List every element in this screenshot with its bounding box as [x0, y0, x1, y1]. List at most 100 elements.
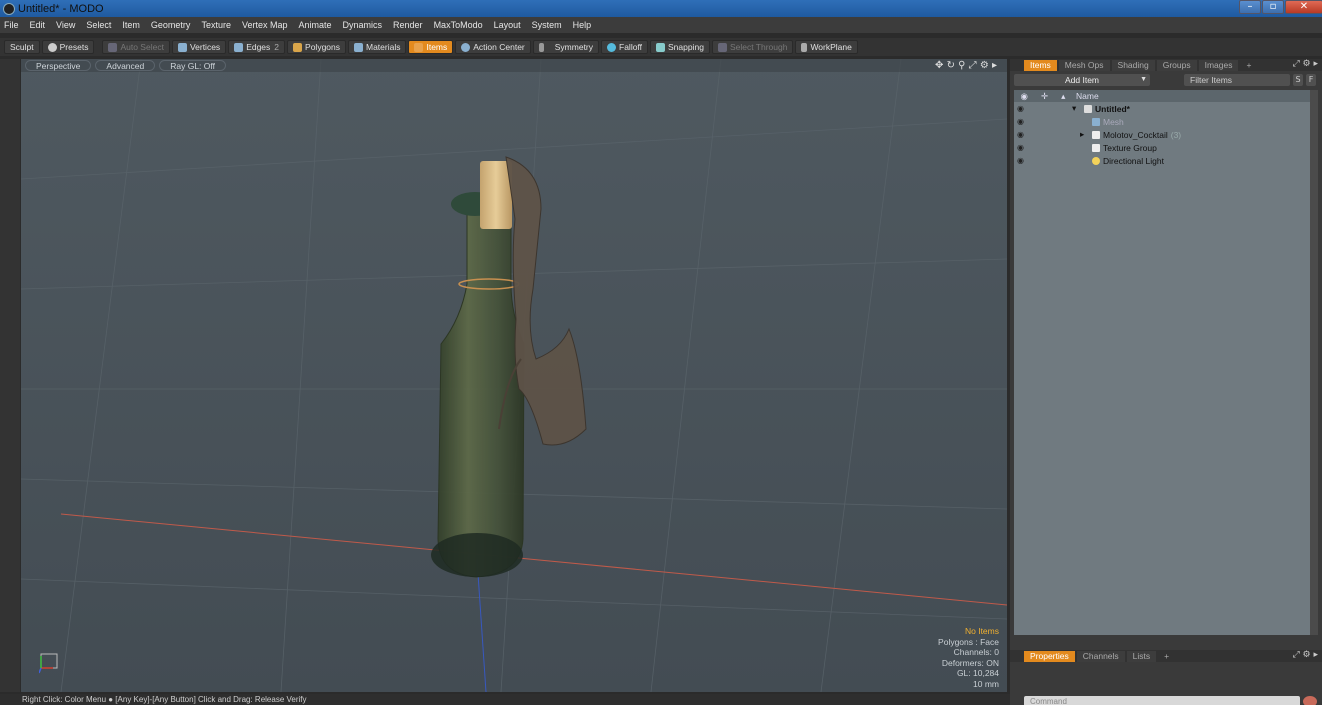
polygons-button[interactable]: Polygons [287, 40, 346, 54]
eye-icon[interactable]: ◉ [1014, 143, 1072, 152]
item-tree-scrollbar[interactable] [1310, 90, 1318, 635]
mesh-icon [1092, 117, 1100, 126]
command-input[interactable]: Command [1024, 696, 1300, 705]
items-icon [414, 42, 424, 52]
edges-button[interactable]: Edges 2 [228, 40, 286, 54]
ray-gl-tab[interactable]: Ray GL: Off [159, 60, 226, 71]
filter-items-input[interactable]: Filter Items [1184, 74, 1290, 86]
menu-select[interactable]: Select [86, 20, 111, 30]
viewport-scene [21, 59, 1007, 692]
modo-app-icon [3, 2, 15, 15]
presets-button[interactable]: Presets [41, 40, 95, 54]
falloff-label: Falloff [619, 42, 643, 52]
render-icon: ▴ [1061, 90, 1066, 101]
menu-texture[interactable]: Texture [201, 20, 231, 30]
tree-item-label: Directional Light [1103, 155, 1164, 166]
eye-icon: ◉ [1020, 90, 1028, 101]
materials-icon [354, 42, 363, 52]
chevron-down-icon[interactable]: ▾ [1072, 103, 1084, 114]
viewport-nav-icons[interactable]: ✥ ↻ ⚲ ⤢ ⚙ ▸ [935, 60, 997, 71]
menu-help[interactable]: Help [573, 20, 592, 30]
select-through-button[interactable]: Select Through [711, 40, 794, 54]
falloff-button[interactable]: Falloff [601, 40, 649, 54]
eye-icon[interactable]: ◉ [1014, 156, 1072, 165]
menu-animate[interactable]: Animate [298, 20, 331, 30]
edges-icon [234, 42, 244, 52]
maximize-button[interactable]: ▫ [1262, 0, 1284, 14]
menu-bar: File Edit View Select Item Geometry Text… [0, 17, 1322, 33]
tree-item-molotov[interactable]: ◉ ▸ Molotov_Cocktail (3) [1014, 128, 1310, 141]
tab-lists[interactable]: Lists [1126, 650, 1157, 662]
tab-items[interactable]: Items [1024, 59, 1057, 71]
items-button[interactable]: Items [408, 40, 454, 54]
select-through-icon [717, 42, 727, 52]
texture-group-icon [1092, 143, 1100, 152]
eye-icon[interactable]: ◉ [1014, 117, 1072, 126]
tab-add-properties[interactable]: + [1158, 651, 1175, 662]
snapping-button[interactable]: Snapping [650, 40, 710, 54]
presets-icon [47, 42, 57, 52]
items-panel: Items Mesh Ops Shading Groups Images + ⤢… [1010, 59, 1322, 705]
snapping-label: Snapping [668, 42, 704, 52]
presets-label: Presets [59, 42, 89, 52]
chevron-right-icon[interactable]: ▸ [1072, 129, 1084, 140]
command-run-icon[interactable] [1303, 696, 1317, 705]
menu-system[interactable]: System [532, 20, 562, 30]
menu-layout[interactable]: Layout [494, 20, 521, 30]
symmetry-button[interactable]: Symmetry [532, 40, 600, 54]
3d-viewport[interactable]: Perspective Advanced Ray GL: Off ✥ ↻ ⚲ ⤢… [21, 59, 1007, 692]
tree-item-directional-light[interactable]: ◉ Directional Light [1014, 154, 1310, 167]
tab-properties[interactable]: Properties [1024, 650, 1075, 662]
tree-item-texture-group[interactable]: ◉ Texture Group [1014, 141, 1310, 154]
action-center-button[interactable]: Action Center [455, 40, 531, 54]
tree-item-label: Mesh [1103, 116, 1124, 127]
workplane-button[interactable]: WorkPlane [795, 40, 858, 54]
menu-vertex-map[interactable]: Vertex Map [242, 20, 288, 30]
title-bar: Untitled* - MODO – ▫ ✕ [0, 0, 1322, 17]
minimize-button[interactable]: – [1239, 0, 1261, 14]
tab-add[interactable]: + [1240, 60, 1257, 71]
light-icon [1092, 156, 1100, 165]
tab-shading[interactable]: Shading [1111, 59, 1155, 71]
left-tool-strip [0, 59, 20, 692]
menu-file[interactable]: File [4, 20, 19, 30]
close-button[interactable]: ✕ [1285, 0, 1322, 14]
selection-info: No Items [964, 626, 999, 636]
menu-maxtomodo[interactable]: MaxToModo [434, 20, 483, 30]
properties-options-icon[interactable]: ⤢ ⚙ ▸ [1292, 650, 1318, 660]
tab-images[interactable]: Images [1198, 59, 1239, 71]
item-tree: ◉ ✛ ▴ Name ◉ ▾ Untitled* ◉ Mesh ◉ ▸ Moloto… [1014, 90, 1310, 635]
f-button[interactable]: F [1306, 74, 1316, 86]
menu-item[interactable]: Item [122, 20, 140, 30]
menu-render[interactable]: Render [393, 20, 423, 30]
axis-gizmo-icon [39, 653, 58, 674]
s-button[interactable]: S [1293, 74, 1303, 86]
sculpt-label: Sculpt [10, 42, 34, 52]
menu-edit[interactable]: Edit [30, 20, 46, 30]
tree-item-untitled[interactable]: ◉ ▾ Untitled* [1014, 102, 1310, 115]
edges-label: Edges [246, 42, 271, 52]
materials-button[interactable]: Materials [348, 40, 407, 54]
eye-icon[interactable]: ◉ [1014, 130, 1072, 139]
viewport-info: No Items Polygons : Face Channels: 0 Def… [938, 626, 999, 689]
view-advanced-tab[interactable]: Advanced [95, 60, 156, 71]
view-perspective-tab[interactable]: Perspective [25, 60, 92, 71]
menu-dynamics[interactable]: Dynamics [343, 20, 383, 30]
polygons-info: Polygons : Face [938, 636, 999, 647]
tab-channels[interactable]: Channels [1076, 650, 1125, 662]
menu-geometry[interactable]: Geometry [151, 20, 191, 30]
tab-groups[interactable]: Groups [1156, 59, 1197, 71]
menu-view[interactable]: View [56, 20, 75, 30]
crosshair-icon [461, 42, 471, 52]
tree-item-mesh[interactable]: ◉ Mesh [1014, 115, 1310, 128]
sculpt-button[interactable]: Sculpt [4, 40, 40, 54]
name-column-header: Name [1076, 91, 1099, 101]
vertices-button[interactable]: Vertices [171, 40, 227, 54]
polygons-icon [293, 42, 303, 52]
add-item-button[interactable]: Add Item ▼ [1014, 74, 1150, 86]
status-bar: Right Click: Color Menu ● [Any Key]-[Any… [0, 694, 1010, 705]
auto-select-button[interactable]: Auto Select [102, 40, 170, 54]
eye-icon[interactable]: ◉ [1014, 104, 1072, 113]
tab-mesh-ops[interactable]: Mesh Ops [1058, 59, 1110, 71]
panel-options-icon[interactable]: ⤢ ⚙ ▸ [1292, 59, 1318, 69]
